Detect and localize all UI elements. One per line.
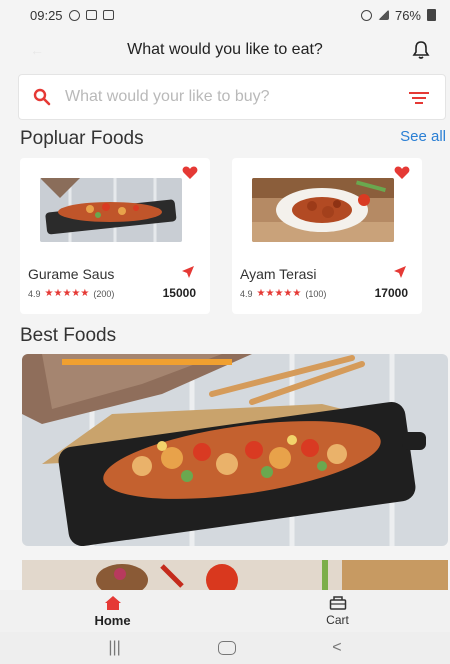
filter-icon[interactable]: [409, 91, 429, 105]
page-title: What would you like to eat?: [127, 41, 323, 58]
heart-icon[interactable]: [394, 166, 410, 180]
status-time: 09:25: [30, 7, 63, 23]
rating-row: 4.9 ★★★★★ (100): [240, 288, 326, 299]
bell-icon[interactable]: [412, 40, 430, 60]
food-image: [40, 178, 182, 242]
home-circle-icon[interactable]: [217, 641, 236, 655]
food-name: Ayam Terasi: [240, 266, 317, 282]
food-card-ayam-terasi[interactable]: Ayam Terasi 4.9 ★★★★★ (100) 17000: [232, 158, 422, 314]
nav-cart-label: Cart: [326, 613, 349, 627]
whatsapp-icon: [68, 9, 80, 21]
app-bar: ← What would you like to eat?: [0, 30, 450, 70]
food-name: Gurame Saus: [28, 266, 115, 282]
review-count: (100): [305, 288, 327, 299]
nav-home[interactable]: Home: [0, 590, 225, 632]
rating-stars: ★★★★★: [256, 288, 302, 299]
system-navigation-bar: ||| <: [0, 632, 450, 664]
back-arrow-icon[interactable]: ←: [30, 42, 44, 58]
navigation-icon[interactable]: [394, 266, 406, 278]
gallery-icon-2: [102, 10, 114, 20]
best-food-banner-image-2[interactable]: [22, 560, 448, 594]
food-price: 17000: [374, 286, 408, 300]
search-input[interactable]: [65, 88, 375, 106]
food-image: [252, 178, 394, 242]
home-icon: [104, 595, 121, 610]
rating-stars: ★★★★★: [44, 288, 90, 299]
rating-value: 4.9: [28, 288, 41, 299]
heart-icon[interactable]: [182, 166, 198, 180]
best-foods-title: Best Foods: [20, 325, 117, 346]
back-chevron-icon[interactable]: <: [332, 639, 341, 657]
cart-icon: [329, 596, 346, 610]
see-all-link[interactable]: See all: [400, 128, 446, 145]
battery-icon: [427, 9, 436, 21]
nav-cart[interactable]: Cart: [225, 590, 450, 632]
popular-foods-title: Popluar Foods: [20, 128, 144, 149]
alarm-icon: [360, 9, 372, 21]
gallery-icon: [85, 10, 97, 20]
search-bar: [18, 74, 446, 120]
rating-row: 4.9 ★★★★★ (200): [28, 288, 114, 299]
battery-percent: 76%: [394, 7, 421, 23]
navigation-icon[interactable]: [182, 266, 194, 278]
food-price: 15000: [162, 286, 196, 300]
best-food-banner-image[interactable]: [22, 354, 448, 546]
bottom-navigation: Home Cart: [0, 590, 450, 632]
recent-apps-icon[interactable]: |||: [108, 639, 120, 657]
nav-home-label: Home: [94, 612, 131, 628]
status-bar: 09:25 76%: [0, 0, 450, 30]
search-icon[interactable]: [33, 88, 51, 106]
food-card-gurame-saus[interactable]: Gurame Saus 4.9 ★★★★★ (200) 15000: [20, 158, 210, 314]
rating-value: 4.9: [240, 288, 253, 299]
review-count: (200): [93, 288, 115, 299]
signal-icon: [377, 10, 389, 20]
